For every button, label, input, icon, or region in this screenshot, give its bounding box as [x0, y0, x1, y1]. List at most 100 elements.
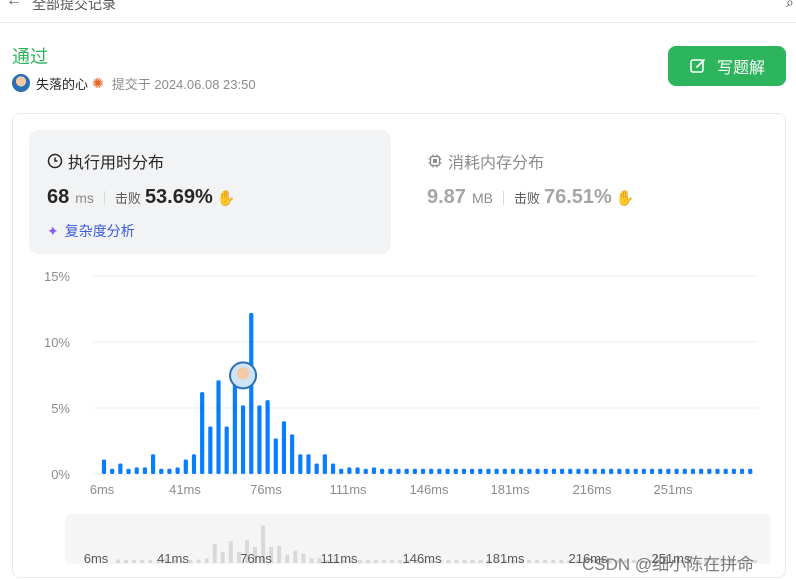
bar: [690, 468, 696, 474]
minimap-bar: [357, 560, 362, 563]
bar: [306, 454, 311, 474]
minimap-bar: [559, 560, 564, 563]
minimap-tick-label: 146ms: [402, 551, 442, 566]
bar: [355, 467, 360, 474]
bar: [363, 468, 368, 474]
bar: [273, 438, 278, 474]
bar: [371, 467, 377, 474]
current-marker-face: [237, 367, 250, 380]
bar: [134, 467, 139, 474]
minimap-bar: [543, 560, 548, 563]
bar: [437, 468, 442, 474]
bar: [723, 468, 728, 474]
minimap-bar: [478, 560, 483, 563]
minimap-bar: [204, 558, 209, 563]
minimap-bar: [148, 560, 153, 563]
bar: [445, 468, 450, 474]
bar: [494, 468, 499, 474]
bar: [502, 468, 507, 474]
minimap-bar: [116, 559, 120, 563]
minimap-bar: [535, 560, 540, 563]
bar: [110, 468, 115, 474]
bar: [183, 459, 188, 474]
minimap-tick-label: 111ms: [320, 551, 358, 566]
bar: [707, 468, 712, 474]
minimap-bar: [309, 558, 314, 563]
bar: [257, 405, 262, 474]
minimap-bar: [462, 560, 467, 563]
bar: [486, 468, 491, 474]
minimap-bar: [527, 560, 532, 563]
x-tick-label: 111ms: [329, 482, 367, 497]
minimap-bar: [446, 560, 451, 563]
x-tick-label: 146ms: [409, 482, 449, 497]
minimap-bar: [301, 553, 306, 563]
bar: [191, 454, 197, 474]
bar: [641, 468, 646, 474]
minimap-bar: [124, 560, 129, 563]
x-tick-label: 181ms: [490, 482, 530, 497]
minimap-bar: [454, 560, 459, 563]
y-tick-label: 5%: [51, 401, 70, 416]
bar: [347, 467, 352, 474]
bar: [216, 380, 221, 474]
minimap-tick-label: 76ms: [240, 551, 272, 566]
minimap-bar: [551, 560, 556, 563]
bar: [699, 468, 704, 474]
bar: [265, 400, 270, 474]
minimap-bar: [293, 550, 298, 563]
y-tick-label: 10%: [44, 335, 70, 350]
bar: [559, 468, 565, 474]
bar: [543, 468, 548, 474]
bar: [510, 468, 516, 474]
minimap-tick-label: 6ms: [84, 551, 109, 566]
minimap-bar: [285, 554, 290, 563]
bar: [429, 468, 434, 474]
bar: [330, 463, 336, 474]
bar: [380, 468, 385, 474]
x-tick-label: 6ms: [90, 482, 115, 497]
bar: [649, 468, 655, 474]
bar: [682, 468, 687, 474]
bar-current: [240, 405, 246, 474]
minimap-bar: [188, 560, 193, 563]
bar: [584, 468, 589, 474]
bar: [142, 467, 147, 474]
runtime-distribution-chart[interactable]: 15% 10% 5% 0% 6ms 41ms 76ms 111ms 146ms 181ms 216m…: [0, 0, 796, 580]
minimap-bar: [390, 560, 395, 563]
bar: [150, 454, 156, 474]
minimap-bar: [470, 560, 475, 563]
bar: [281, 421, 287, 474]
bar: [208, 426, 213, 474]
minimap-bar: [140, 560, 145, 563]
bar: [674, 468, 679, 474]
bar: [666, 468, 671, 474]
bar: [126, 468, 131, 474]
y-tick-label: 0%: [51, 467, 70, 482]
bar: [470, 468, 475, 474]
x-tick-label: 251ms: [653, 482, 693, 497]
bar: [535, 468, 540, 474]
minimap-bar: [132, 560, 137, 563]
bar: [551, 468, 556, 474]
bar: [527, 468, 532, 474]
minimap-tick-label: 181ms: [485, 551, 525, 566]
minimap-bar: [365, 560, 370, 563]
y-tick-label: 15%: [44, 269, 70, 284]
bar: [101, 459, 107, 474]
bar: [633, 468, 638, 474]
bar: [232, 376, 237, 474]
bar: [249, 312, 254, 474]
bar: [322, 454, 327, 474]
bar: [167, 468, 172, 474]
bar: [396, 468, 401, 474]
bar: [224, 426, 229, 474]
minimap-bar: [381, 560, 386, 563]
bar: [388, 468, 393, 474]
bar: [600, 468, 606, 474]
x-tick-label: 76ms: [250, 482, 282, 497]
x-tick-label: 216ms: [572, 482, 612, 497]
minimap-bar: [228, 541, 233, 563]
bar: [118, 463, 123, 474]
bar: [739, 468, 745, 474]
